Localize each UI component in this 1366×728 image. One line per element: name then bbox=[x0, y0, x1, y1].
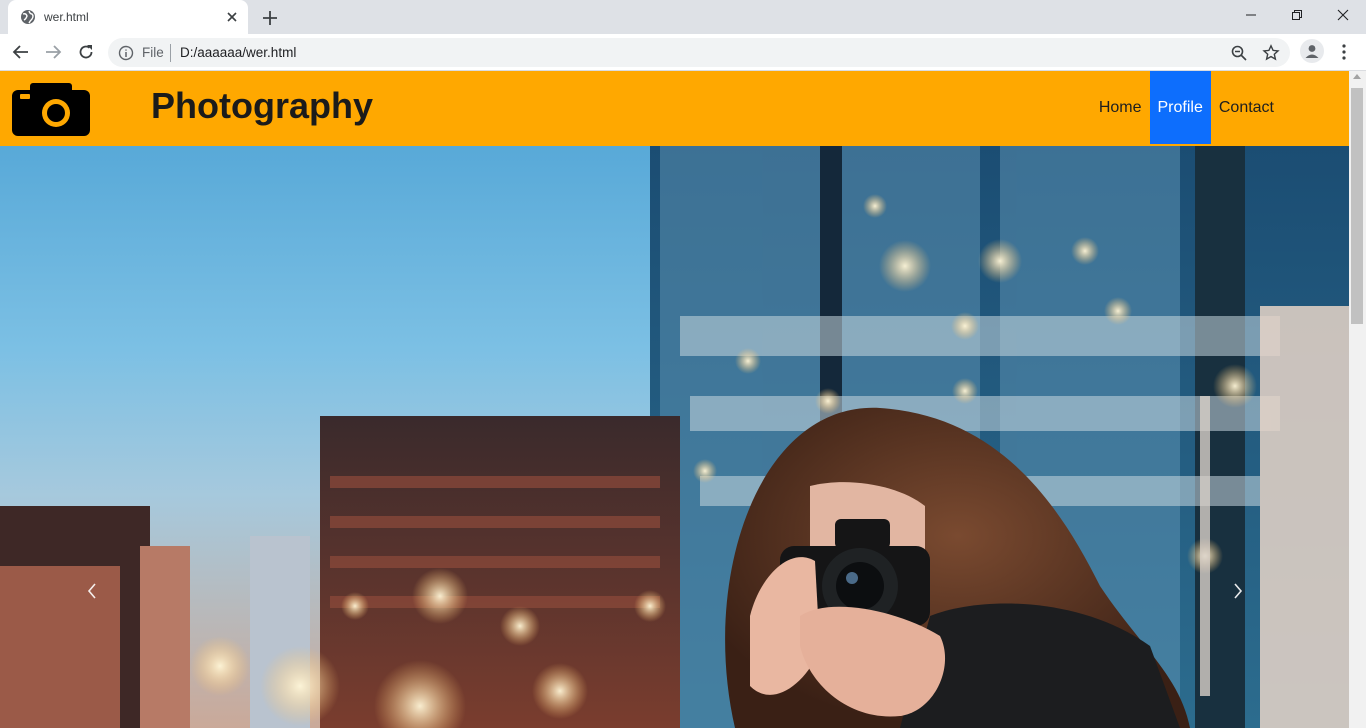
globe-icon bbox=[21, 10, 35, 24]
new-tab-icon[interactable] bbox=[260, 8, 280, 28]
forward-button[interactable] bbox=[41, 40, 65, 64]
scheme-label: File bbox=[142, 45, 164, 60]
site-navbar: Photography Home Profile Contact bbox=[0, 71, 1349, 146]
browser-menu-icon[interactable] bbox=[1336, 42, 1352, 62]
url-text[interactable]: D:/aaaaaa/wer.html bbox=[180, 45, 296, 60]
hero-photo bbox=[0, 146, 1349, 728]
chevron-left-icon bbox=[87, 583, 96, 599]
close-window-button[interactable] bbox=[1320, 0, 1366, 30]
carousel-prev-button[interactable] bbox=[86, 582, 116, 612]
nav-link-contact[interactable]: Contact bbox=[1211, 71, 1282, 144]
arrow-right-icon bbox=[46, 45, 62, 59]
bookmark-star-icon[interactable] bbox=[1262, 44, 1280, 62]
scrollbar-thumb[interactable] bbox=[1351, 88, 1363, 324]
reload-button[interactable] bbox=[74, 40, 98, 64]
minimize-button[interactable] bbox=[1228, 0, 1274, 30]
reload-icon bbox=[79, 45, 93, 59]
browser-tab[interactable]: wer.html bbox=[8, 0, 248, 34]
close-tab-icon[interactable] bbox=[224, 9, 240, 25]
close-window-icon bbox=[1337, 9, 1349, 21]
nav-link-home[interactable]: Home bbox=[1091, 71, 1150, 144]
nav-links: Home Profile Contact bbox=[1091, 71, 1282, 144]
restore-button[interactable] bbox=[1274, 0, 1320, 30]
page-viewport: Photography Home Profile Contact bbox=[0, 71, 1366, 728]
profile-avatar-icon[interactable] bbox=[1300, 39, 1324, 63]
tab-title: wer.html bbox=[44, 10, 89, 24]
person-icon bbox=[1305, 45, 1319, 58]
address-bar[interactable]: File D:/aaaaaa/wer.html bbox=[108, 38, 1290, 67]
browser-tabstrip: wer.html bbox=[0, 0, 1366, 34]
scroll-up-arrow-icon[interactable] bbox=[1353, 74, 1361, 79]
nav-link-profile[interactable]: Profile bbox=[1149, 71, 1211, 144]
minimize-icon bbox=[1246, 14, 1256, 16]
kebab-menu-icon bbox=[1342, 44, 1346, 60]
info-icon[interactable] bbox=[118, 45, 134, 61]
site-brand[interactable]: Photography bbox=[151, 85, 373, 127]
back-button[interactable] bbox=[9, 40, 33, 64]
carousel-next-button[interactable] bbox=[1232, 582, 1262, 612]
hero-carousel bbox=[0, 146, 1349, 728]
chevron-right-icon bbox=[1234, 583, 1243, 599]
browser-toolbar: File D:/aaaaaa/wer.html bbox=[0, 34, 1366, 71]
page-scrollbar[interactable] bbox=[1349, 71, 1366, 728]
address-separator bbox=[170, 44, 171, 62]
arrow-left-icon bbox=[12, 45, 28, 59]
zoom-out-icon[interactable] bbox=[1230, 44, 1248, 62]
restore-icon bbox=[1292, 10, 1302, 20]
camera-icon bbox=[12, 83, 90, 136]
